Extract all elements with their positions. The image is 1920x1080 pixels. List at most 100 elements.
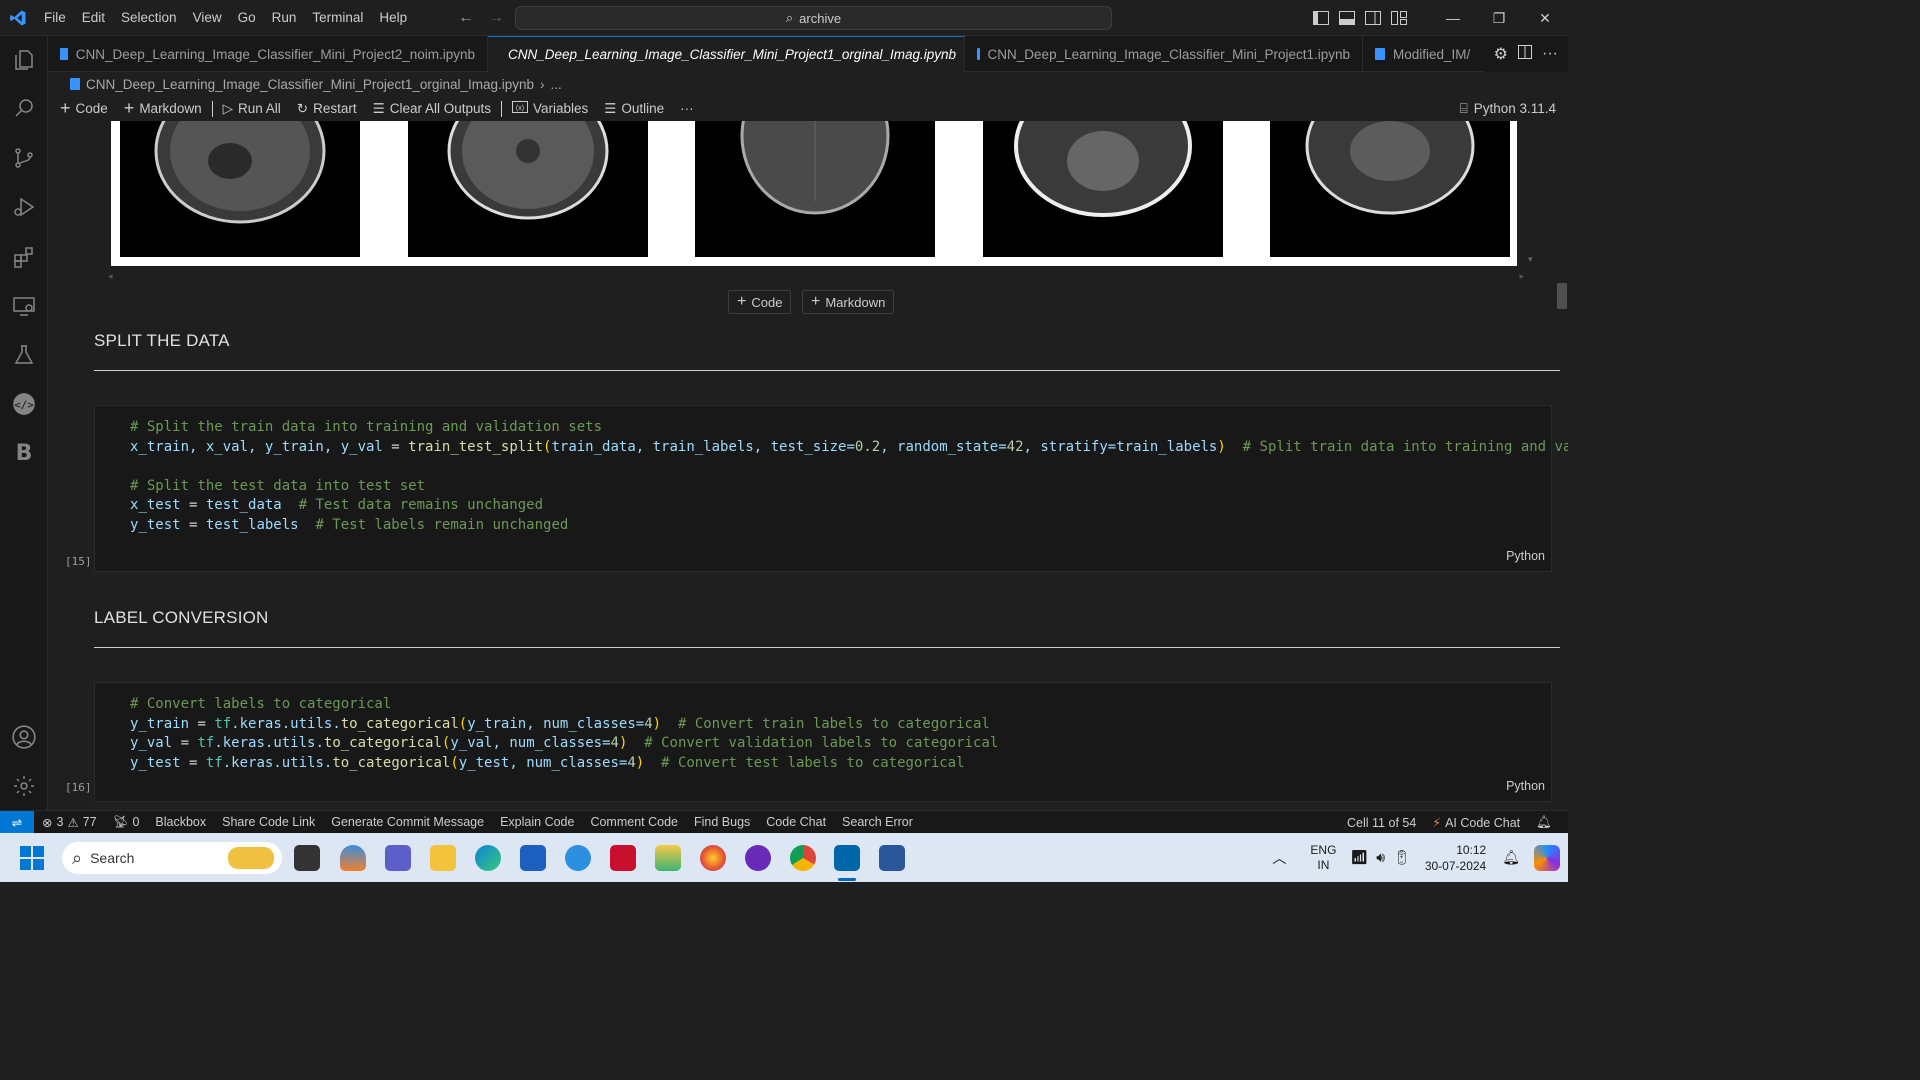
testing-icon[interactable]: [0, 331, 48, 379]
more-actions-icon[interactable]: ···: [1542, 45, 1558, 63]
firefox-icon[interactable]: [700, 845, 726, 871]
status-code-chat[interactable]: Code Chat: [758, 815, 834, 829]
code-editor[interactable]: # Split the train data into training and…: [130, 418, 1568, 535]
output-scroll-down-icon[interactable]: ▾: [1528, 254, 1533, 265]
menu-selection[interactable]: Selection: [113, 10, 185, 25]
volume-icon[interactable]: 🔊︎: [1372, 849, 1389, 866]
insert-code-cell-button[interactable]: + Code: [728, 290, 792, 314]
cell-position[interactable]: Cell 11 of 54: [1339, 816, 1424, 830]
code-cell-16[interactable]: # Convert labels to categorical y_train …: [94, 682, 1552, 802]
blackbox-chat-icon[interactable]: </>: [0, 380, 48, 428]
ports-indicator[interactable]: 📡︎ 0: [105, 815, 148, 830]
task-view-icon[interactable]: [294, 845, 320, 871]
restore-icon[interactable]: ❐: [1476, 10, 1522, 27]
ai-code-chat[interactable]: ⚡ AI Code Chat: [1424, 815, 1528, 831]
word-icon[interactable]: [879, 845, 905, 871]
code-cell-15[interactable]: # Split the train data into training and…: [94, 405, 1568, 572]
tab-project1-orginal-imag[interactable]: CNN_Deep_Learning_Image_Classifier_Mini_…: [488, 36, 965, 72]
vscode-taskbar-icon[interactable]: [834, 845, 860, 871]
status-share-code-link[interactable]: Share Code Link: [214, 815, 323, 829]
status-explain-code[interactable]: Explain Code: [492, 815, 582, 829]
blackbox-b-icon[interactable]: B: [0, 429, 48, 477]
menu-run[interactable]: Run: [264, 10, 305, 25]
customize-layout-icon[interactable]: [1386, 11, 1412, 25]
accounts-icon[interactable]: [0, 713, 48, 761]
toggle-panel-icon[interactable]: [1334, 11, 1360, 25]
add-code-button[interactable]: + Code: [52, 98, 116, 120]
remote-indicator-icon[interactable]: ⇌: [0, 810, 34, 834]
close-window-icon[interactable]: ✕: [1522, 10, 1568, 27]
mcafee-icon[interactable]: [610, 845, 636, 871]
cell-language[interactable]: Python: [1506, 549, 1545, 563]
menu-view[interactable]: View: [185, 10, 230, 25]
clear-all-outputs-button[interactable]: ☰ Clear All Outputs: [365, 98, 499, 120]
breadcrumb-file[interactable]: CNN_Deep_Learning_Image_Classifier_Mini_…: [86, 77, 534, 92]
menu-help[interactable]: Help: [371, 10, 415, 25]
insert-markdown-cell-button[interactable]: + Markdown: [802, 290, 895, 314]
extensions-icon[interactable]: [0, 233, 48, 281]
breadcrumb-more[interactable]: ...: [551, 77, 562, 92]
toolbar-more-button[interactable]: ···: [672, 98, 702, 120]
notebook-file-icon: [60, 48, 68, 60]
menu-edit[interactable]: Edit: [74, 10, 113, 25]
microsoft-store-icon[interactable]: [520, 845, 546, 871]
broadcast-icon: 📡︎: [112, 814, 129, 829]
outline-icon: ☰: [604, 100, 617, 116]
menu-go[interactable]: Go: [230, 10, 264, 25]
remote-explorer-icon[interactable]: [0, 282, 48, 330]
forward-arrow-icon[interactable]: →: [488, 9, 504, 27]
problems-indicator[interactable]: ⊗ 3 ⚠ 77: [34, 815, 105, 830]
code-editor[interactable]: # Convert labels to categorical y_train …: [130, 695, 998, 773]
cell-language[interactable]: Python: [1506, 779, 1545, 793]
chrome-icon[interactable]: [790, 845, 816, 871]
menu-file[interactable]: File: [36, 10, 74, 25]
notification-bell-icon[interactable]: 🔔︎: [1496, 849, 1526, 866]
variables-button[interactable]: (x) Variables: [504, 98, 596, 120]
status-blackbox[interactable]: Blackbox: [147, 815, 214, 829]
settings-gear-icon[interactable]: [0, 762, 48, 810]
split-editor-icon[interactable]: [1518, 44, 1533, 64]
language-indicator[interactable]: ENG IN: [1300, 843, 1346, 873]
search-view-icon[interactable]: [0, 84, 48, 132]
help-app-icon[interactable]: [565, 845, 591, 871]
status-generate-commit[interactable]: Generate Commit Message: [323, 815, 492, 829]
edge-browser-icon[interactable]: [475, 845, 501, 871]
kernel-picker[interactable]: ⌸ Python 3.11.4: [1460, 96, 1556, 121]
tab-project2-noim[interactable]: CNN_Deep_Learning_Image_Classifier_Mini_…: [48, 36, 488, 72]
restart-button[interactable]: ↻ Restart: [289, 98, 365, 120]
editor-vertical-scrollbar-thumb[interactable]: [1557, 283, 1567, 309]
output-horizontal-scrollbar[interactable]: ◂ ▸: [106, 271, 1526, 285]
explorer-icon[interactable]: [0, 36, 48, 84]
status-find-bugs[interactable]: Find Bugs: [686, 815, 758, 829]
add-markdown-button[interactable]: + Markdown: [116, 98, 210, 120]
back-arrow-icon[interactable]: ←: [458, 9, 474, 27]
outline-button[interactable]: ☰ Outline: [596, 98, 672, 120]
run-all-button[interactable]: ▷ Run All: [215, 98, 289, 120]
run-all-label: Run All: [237, 101, 281, 116]
toggle-secondary-sidebar-icon[interactable]: [1360, 11, 1386, 25]
tray-overflow-chevron-icon[interactable]: ︿: [1258, 848, 1300, 868]
clock[interactable]: 10:12 30-07-2024: [1415, 842, 1496, 874]
status-comment-code[interactable]: Comment Code: [582, 815, 686, 829]
source-control-icon[interactable]: [0, 134, 48, 182]
battery-icon[interactable]: 🔋︎: [1389, 849, 1415, 866]
tab-project1[interactable]: CNN_Deep_Learning_Image_Classifier_Mini_…: [965, 36, 1363, 72]
run-debug-icon[interactable]: [0, 183, 48, 231]
copilot-tray-icon[interactable]: [1534, 844, 1560, 871]
status-right: Cell 11 of 54 ⚡ AI Code Chat 🔔︎: [1339, 811, 1560, 834]
notebook-settings-gear-icon[interactable]: ⚙: [1494, 44, 1508, 64]
media-app-icon[interactable]: [745, 845, 771, 871]
minimize-icon[interactable]: —: [1430, 10, 1476, 26]
notifications-bell-icon[interactable]: 🔔︎: [1528, 815, 1560, 830]
menu-terminal[interactable]: Terminal: [304, 10, 371, 25]
toggle-primary-sidebar-icon[interactable]: [1308, 11, 1334, 25]
windows-start-icon[interactable]: [20, 846, 44, 875]
command-center-search[interactable]: ⌕ archive: [515, 6, 1112, 30]
wifi-icon[interactable]: 📶︎: [1346, 849, 1372, 866]
tools-app-icon[interactable]: [655, 845, 681, 871]
file-explorer-icon[interactable]: [430, 845, 456, 871]
teams-icon[interactable]: [385, 845, 411, 871]
taskbar-search-box[interactable]: ⌕ Search: [62, 842, 282, 874]
copilot-app-icon[interactable]: [340, 845, 366, 871]
status-search-error[interactable]: Search Error: [834, 815, 921, 829]
